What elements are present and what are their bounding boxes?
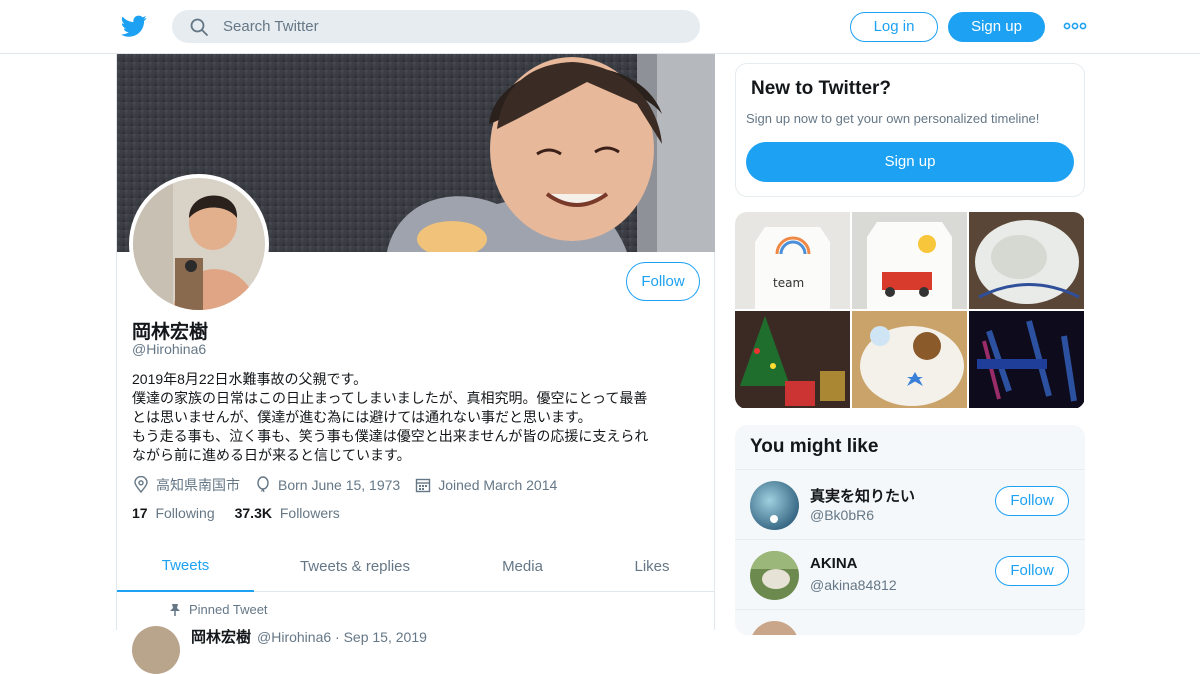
followers-count: 37.3K — [234, 505, 272, 521]
new-to-twitter-title: New to Twitter? — [751, 78, 892, 99]
suggestion-avatar[interactable] — [750, 621, 799, 635]
suggestion-name[interactable]: 真実を知りたい — [810, 485, 915, 506]
location-pin-icon — [134, 476, 148, 494]
you-might-like-card: You might like 真実を知りたい @Bk0bR6 Follow AK… — [735, 425, 1085, 635]
profile-column: Follow 岡林宏樹 @Hirohina6 2019年8月22日水難事故の父親… — [116, 54, 715, 674]
tweet-header: 岡林宏樹 @Hirohina6 · Sep 15, 2019 — [191, 626, 427, 647]
twitter-bird-icon[interactable] — [120, 13, 148, 39]
tab-tweets[interactable]: Tweets — [117, 540, 254, 592]
pin-icon — [170, 603, 180, 616]
location-item: 高知県南国市 — [132, 475, 240, 495]
bio-line: とは思いませんが、僕達が進む為には避けては通れない事だと思います。 — [132, 409, 592, 425]
pinned-label: Pinned Tweet — [189, 602, 268, 617]
suggestion-handle: @Bk0bR6 — [810, 507, 875, 523]
suggestion-handle: @akina84812 — [810, 577, 897, 593]
search-icon — [190, 18, 208, 36]
tweet-author-avatar[interactable] — [132, 626, 180, 674]
tab-media[interactable]: Media — [456, 540, 589, 592]
pinned-tweet-header: Pinned Tweet — [169, 602, 268, 617]
tweet-author-meta: @Hirohina6 · Sep 15, 2019 — [257, 629, 427, 645]
suggestion-row[interactable]: 真実を知りたい @Bk0bR6 Follow — [735, 470, 1085, 540]
media-thumbnail[interactable] — [969, 311, 1084, 408]
search-box[interactable] — [172, 10, 700, 43]
profile-handle: @Hirohina6 — [132, 341, 207, 357]
bio-line: ながら前に進める日が来ると信じています。 — [132, 447, 411, 463]
suggestion-avatar[interactable] — [750, 551, 799, 600]
joined-text: Joined March 2014 — [438, 477, 558, 493]
suggestion-follow-button[interactable]: Follow — [995, 556, 1069, 586]
follow-button[interactable]: Follow — [626, 262, 700, 301]
location-text: 高知県南国市 — [156, 477, 240, 493]
you-might-like-title: You might like — [735, 425, 1085, 470]
suggestion-name[interactable]: AKINA — [810, 555, 858, 572]
media-thumbnail[interactable] — [852, 212, 967, 309]
suggestion-avatar[interactable] — [750, 481, 799, 530]
suggestion-row-partial[interactable] — [735, 610, 1085, 635]
tab-likes[interactable]: Likes — [589, 540, 715, 592]
birthday-text: Born June 15, 1973 — [278, 477, 401, 493]
tweet-author-name[interactable]: 岡林宏樹 — [191, 629, 251, 646]
calendar-icon — [416, 478, 431, 493]
joined-item: Joined March 2014 — [414, 476, 557, 494]
bio-line: もう走る事も、泣く事も、笑う事も僕達は優空と出来ませんが皆の応援に支えられ — [132, 428, 649, 444]
profile-meta: 高知県南国市 Born June 15, 1973 Joined March 2… — [132, 474, 702, 496]
profile-name: 岡林宏樹 — [132, 322, 209, 343]
profile-avatar[interactable] — [129, 174, 269, 314]
media-thumbnail[interactable]: team — [735, 212, 850, 309]
media-thumbnail[interactable] — [735, 311, 850, 408]
sidebar-signup-button[interactable]: Sign up — [746, 142, 1074, 182]
followers-stat[interactable]: 37.3K Followers — [235, 505, 340, 521]
svg-text:team: team — [773, 276, 804, 290]
media-thumbnail[interactable] — [852, 311, 967, 408]
birthday-item: Born June 15, 1973 — [254, 476, 400, 494]
profile-stats: 17 Following 37.3K Followers — [132, 505, 360, 521]
more-dots-icon[interactable] — [1063, 18, 1087, 34]
new-to-twitter-card: New to Twitter? Sign up now to get your … — [735, 63, 1085, 197]
balloon-icon — [257, 476, 269, 493]
login-button[interactable]: Log in — [850, 12, 938, 42]
suggestion-row[interactable]: AKINA @akina84812 Follow — [735, 540, 1085, 610]
media-thumbnail[interactable] — [969, 212, 1084, 309]
following-stat[interactable]: 17 Following — [132, 505, 215, 521]
profile-bio: 2019年8月22日水難事故の父親です。 僕達の家族の日常はこの日止まってしまい… — [132, 370, 697, 465]
signup-button[interactable]: Sign up — [948, 12, 1045, 42]
media-grid: team — [735, 212, 1085, 409]
search-input[interactable] — [223, 18, 663, 35]
new-to-twitter-text: Sign up now to get your own personalized… — [746, 111, 1040, 126]
following-label: Following — [155, 505, 215, 521]
followers-label: Followers — [279, 505, 340, 521]
suggestion-follow-button[interactable]: Follow — [995, 486, 1069, 516]
tab-tweets-and-replies[interactable]: Tweets & replies — [254, 540, 456, 592]
bio-line: 2019年8月22日水難事故の父親です。 — [132, 371, 368, 387]
following-count: 17 — [132, 505, 148, 521]
profile-tabs: Tweets Tweets & replies Media Likes — [117, 540, 715, 592]
top-navigation-bar: Log in Sign up — [0, 0, 1200, 54]
bio-line: 僕達の家族の日常はこの日止まってしまいましたが、真相究明。優空にとって最善 — [132, 390, 648, 406]
